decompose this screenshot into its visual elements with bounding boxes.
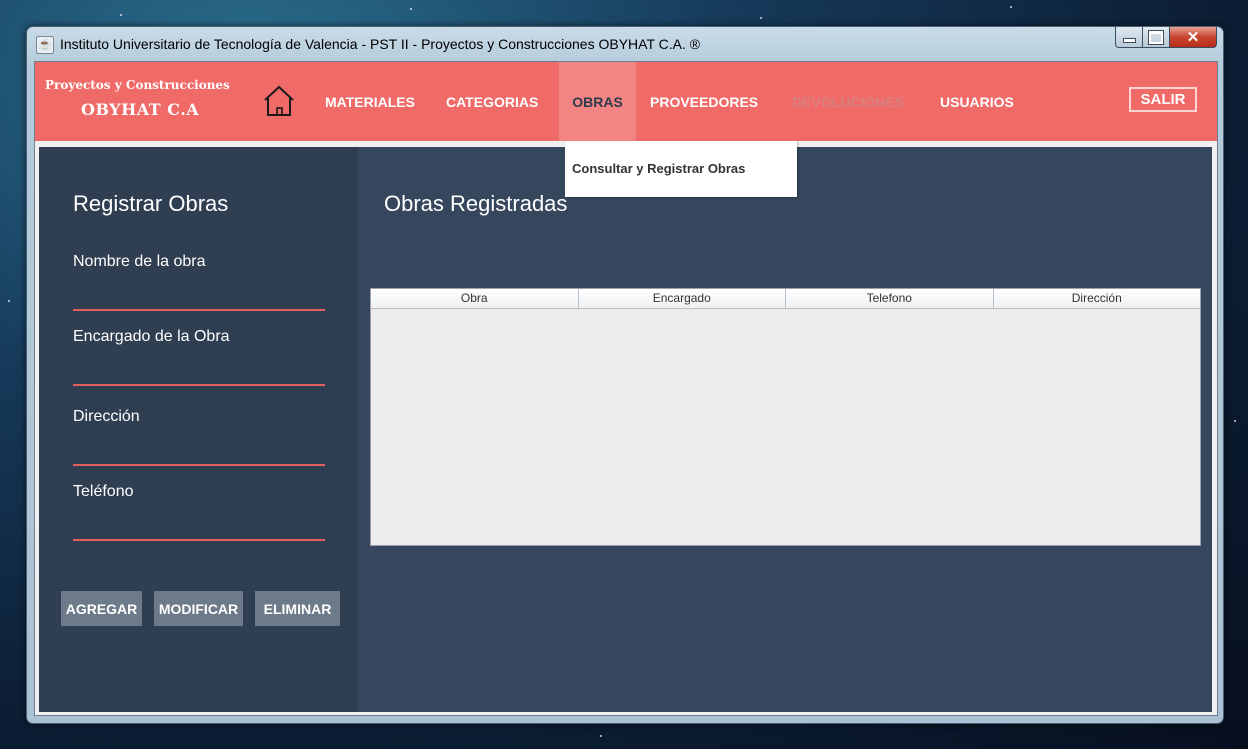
window-controls: ✕	[1115, 27, 1217, 49]
field-label-telefono: Teléfono	[73, 483, 134, 500]
nav-materiales[interactable]: MATERIALES	[325, 62, 415, 141]
brand-line-1: Proyectos y Construcciones	[45, 78, 230, 92]
column-header-telefono[interactable]: Telefono	[786, 289, 994, 308]
background-star	[760, 17, 762, 19]
exit-button[interactable]: SALIR	[1129, 87, 1197, 112]
add-button[interactable]: AGREGAR	[61, 591, 142, 626]
obras-table[interactable]: Obra Encargado Telefono Dirección	[370, 288, 1201, 546]
field-label-encargado: Encargado de la Obra	[73, 328, 230, 345]
nav-categorias[interactable]: CATEGORIAS	[446, 62, 538, 141]
nav-obras[interactable]: OBRAS	[559, 62, 636, 141]
field-label-direccion: Dirección	[73, 408, 140, 425]
column-header-direccion[interactable]: Dirección	[994, 289, 1201, 308]
minimize-icon	[1122, 37, 1136, 43]
background-star	[600, 735, 602, 737]
maximize-button[interactable]	[1143, 27, 1170, 48]
application-window: ☕ Instituto Universitario de Tecnología …	[26, 26, 1224, 724]
close-button[interactable]: ✕	[1170, 27, 1217, 48]
close-icon: ✕	[1186, 29, 1200, 46]
background-star	[1234, 420, 1236, 422]
column-header-obra[interactable]: Obra	[371, 289, 579, 308]
field-label-nombre: Nombre de la obra	[73, 253, 206, 270]
background-star	[8, 300, 10, 302]
modify-button[interactable]: MODIFICAR	[154, 591, 243, 626]
nav-usuarios[interactable]: USUARIOS	[940, 62, 1014, 141]
minimize-button[interactable]	[1115, 27, 1143, 48]
nav-proveedores[interactable]: PROVEEDORES	[650, 62, 758, 141]
encargado-input[interactable]	[73, 362, 325, 386]
background-star	[120, 14, 122, 16]
nombre-obra-input[interactable]	[73, 287, 325, 311]
direccion-input[interactable]	[73, 442, 325, 466]
register-form-panel: Registrar Obras Nombre de la obra Encarg…	[39, 147, 358, 712]
client-area: Proyectos y Construcciones OBYHAT C.A MA…	[34, 61, 1218, 716]
table-title: Obras Registradas	[384, 191, 568, 216]
java-icon[interactable]: ☕	[36, 36, 54, 54]
nav-devoluciones: DEVOLUCIONES	[792, 93, 905, 110]
window-title: Instituto Universitario de Tecnología de…	[60, 36, 701, 52]
maximize-icon	[1148, 29, 1164, 45]
telefono-input[interactable]	[73, 517, 325, 541]
background-star	[410, 8, 412, 10]
main-content: Registrar Obras Nombre de la obra Encarg…	[39, 147, 1212, 712]
column-header-encargado[interactable]: Encargado	[579, 289, 786, 308]
top-navbar: Proyectos y Construcciones OBYHAT C.A MA…	[35, 62, 1217, 141]
form-title: Registrar Obras	[73, 191, 229, 216]
menu-item-consultar-registrar-obras[interactable]: Consultar y Registrar Obras	[572, 161, 745, 176]
table-header: Obra Encargado Telefono Dirección	[371, 289, 1200, 309]
delete-button[interactable]: ELIMINAR	[255, 591, 340, 626]
background-star	[1010, 6, 1012, 8]
brand-line-2: OBYHAT C.A	[81, 100, 200, 119]
home-icon[interactable]	[263, 84, 295, 118]
title-bar[interactable]: ☕ Instituto Universitario de Tecnología …	[27, 27, 1223, 61]
obras-dropdown-menu: Consultar y Registrar Obras	[565, 141, 797, 197]
